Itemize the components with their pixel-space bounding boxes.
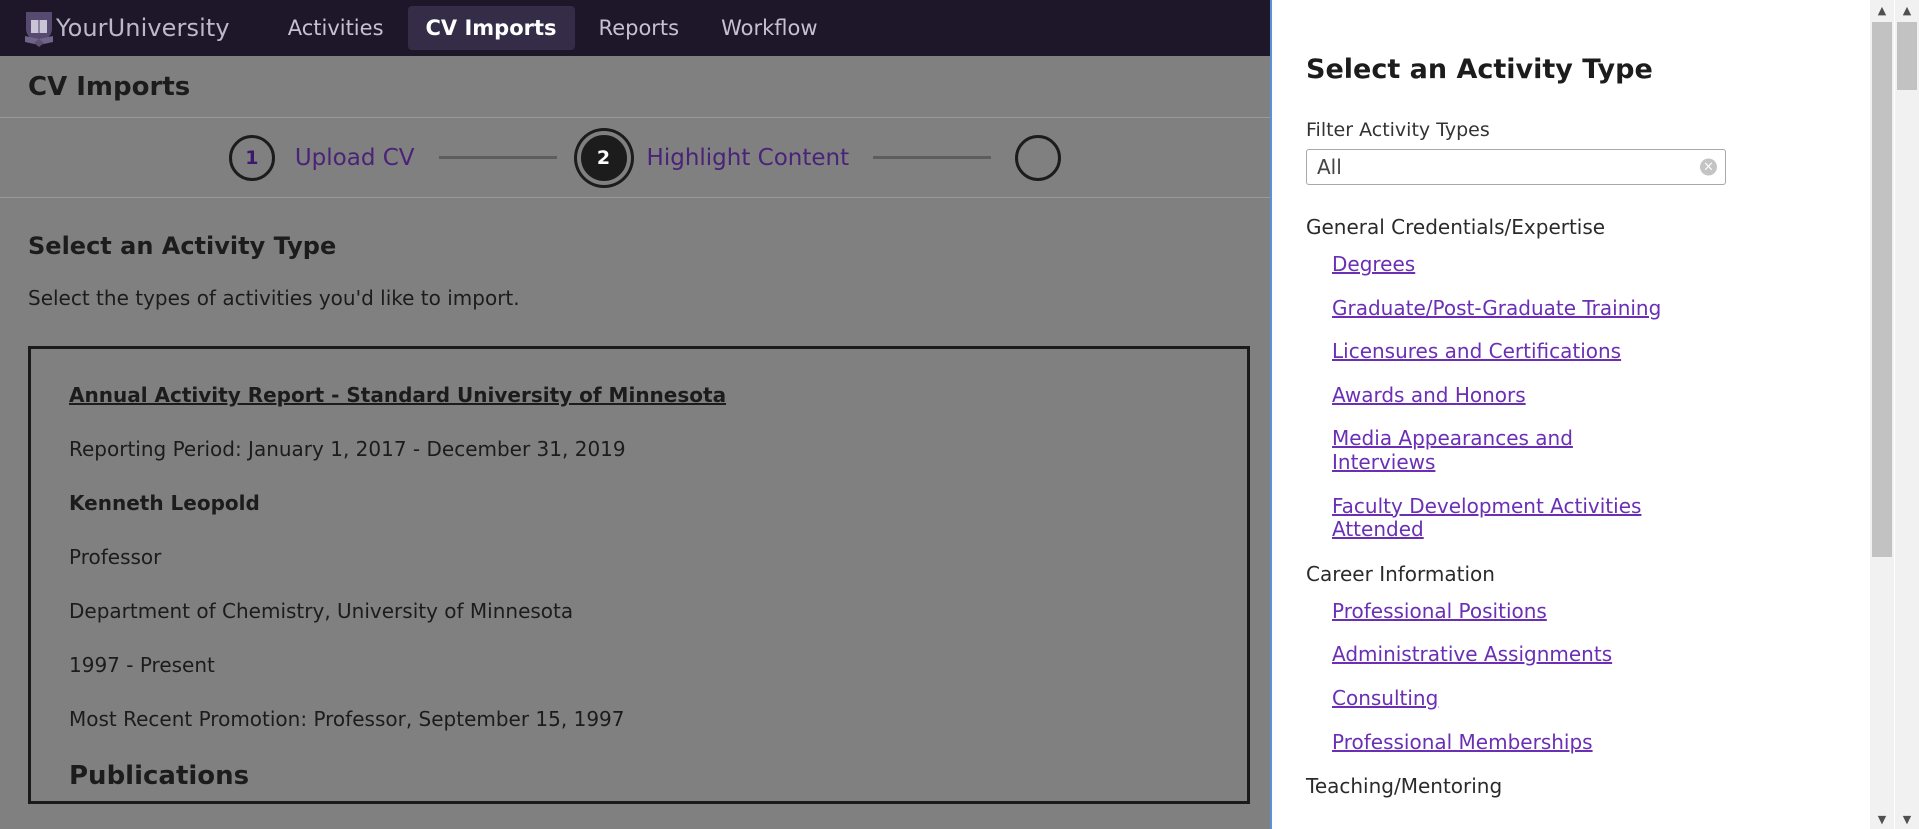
panel-title: Select an Activity Type [1306, 54, 1653, 85]
activity-type-professional-memberships[interactable]: Professional Memberships [1332, 730, 1672, 755]
group-title-general-credentials: General Credentials/Expertise [1306, 215, 1606, 239]
doc-line-name: Kenneth Leopold [69, 491, 260, 515]
doc-line-title: Annual Activity Report - Standard Univer… [69, 383, 727, 407]
activity-type-faculty-development[interactable]: Faculty Development Activities Attended [1332, 494, 1672, 542]
activity-type-media-appearances[interactable]: Media Appearances and Interviews [1332, 427, 1672, 474]
step-2[interactable]: 2 Highlight Content [580, 134, 850, 181]
doc-line-department: Department of Chemistry, University of M… [69, 599, 574, 623]
doc-line-period: Reporting Period: January 1, 2017 - Dece… [69, 437, 626, 461]
panel-body: Select an Activity Type Filter Activity … [1270, 0, 1870, 798]
app-background-layer: YourUniversity Activities CV Imports Rep… [0, 0, 1270, 829]
nav-item-activities[interactable]: Activities [270, 6, 402, 50]
window-scrollbar[interactable]: ▲ ▼ [1895, 0, 1919, 829]
activity-type-administrative-assignments[interactable]: Administrative Assignments [1332, 643, 1672, 667]
doc-line-rank: Professor [69, 545, 162, 569]
wizard-stepper: 1 Upload CV 2 Highlight Content [0, 118, 1270, 198]
window-scroll-down-icon[interactable]: ▼ [1895, 809, 1919, 829]
nav-item-reports[interactable]: Reports [581, 6, 698, 50]
section-intro: Select the types of activities you'd lik… [28, 286, 520, 310]
panel-scroll-up-icon[interactable]: ▲ [1870, 0, 1894, 20]
shield-book-logo-icon [22, 9, 56, 47]
cv-document-preview[interactable]: Annual Activity Report - Standard Univer… [28, 346, 1250, 804]
nav-items: Activities CV Imports Reports Workflow [270, 6, 836, 50]
activity-type-consulting[interactable]: Consulting [1332, 686, 1672, 711]
screen-root: YourUniversity Activities CV Imports Rep… [0, 0, 1919, 829]
panel-scroll-thumb[interactable] [1872, 22, 1892, 557]
main-content: Select an Activity Type Select the types… [0, 198, 1270, 804]
panel-scroll-down-icon[interactable]: ▼ [1870, 809, 1894, 829]
window-scroll-up-icon[interactable]: ▲ [1895, 0, 1919, 20]
step-1-number: 1 [228, 134, 275, 181]
group-title-career-information: Career Information [1306, 561, 1495, 586]
nav-item-workflow[interactable]: Workflow [703, 6, 835, 50]
step-connector-line-2 [873, 156, 992, 159]
group-title-teaching-mentoring: Teaching/Mentoring [1306, 774, 1503, 799]
step-2-label: Highlight Content [646, 144, 850, 171]
activity-type-degrees[interactable]: Degrees [1332, 252, 1672, 277]
panel-scrollbar[interactable]: ▲ ▼ [1870, 0, 1894, 829]
activity-type-graduate-training[interactable]: Graduate/Post-Graduate Training [1332, 296, 1672, 321]
doc-line-years: 1997 - Present [69, 653, 215, 677]
brand-name: YourUniversity [56, 14, 230, 42]
activity-type-panel: Select an Activity Type Filter Activity … [1270, 0, 1870, 829]
step-1[interactable]: 1 Upload CV [228, 134, 415, 181]
activity-type-awards-honors[interactable]: Awards and Honors [1332, 383, 1672, 408]
panel-border-left [1270, 0, 1272, 829]
page-title: CV Imports [28, 71, 191, 102]
step-1-label: Upload CV [294, 144, 415, 171]
section-heading: Select an Activity Type [28, 232, 337, 260]
doc-line-publications: Publications [69, 761, 250, 791]
doc-line-promotion: Most Recent Promotion: Professor, Septem… [69, 707, 625, 731]
top-navigation-bar: YourUniversity Activities CV Imports Rep… [0, 0, 1270, 56]
clear-filter-icon[interactable]: × [1700, 158, 1717, 176]
nav-item-cv-imports[interactable]: CV Imports [407, 6, 575, 50]
activity-type-professional-positions[interactable]: Professional Positions [1332, 599, 1672, 624]
filter-label: Filter Activity Types [1306, 119, 1490, 141]
filter-activity-types-input[interactable] [1306, 149, 1726, 185]
filter-field-wrapper: × [1306, 149, 1726, 185]
step-2-number: 2 [580, 134, 627, 181]
step-3[interactable] [1015, 134, 1062, 181]
brand[interactable]: YourUniversity [22, 9, 230, 47]
activity-type-licensures-certifications[interactable]: Licensures and Certifications [1332, 340, 1672, 364]
step-connector-line [438, 156, 557, 159]
step-3-number [1015, 134, 1062, 181]
window-scroll-thumb[interactable] [1897, 22, 1917, 90]
page-header: CV Imports [0, 56, 1270, 118]
